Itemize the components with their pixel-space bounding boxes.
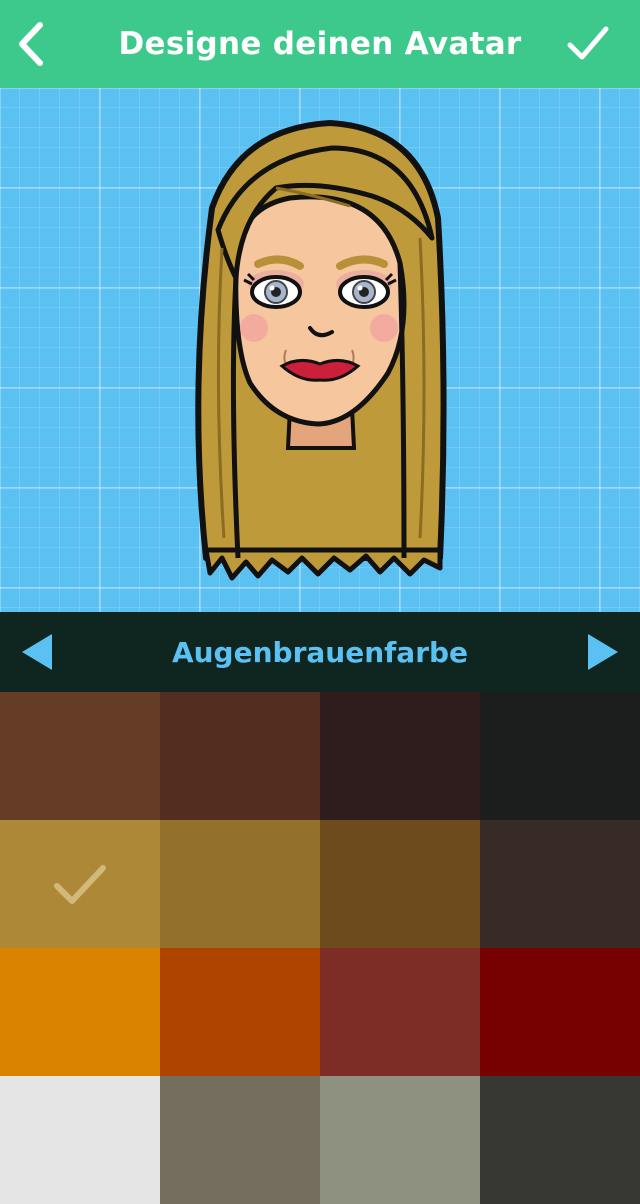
color-swatch[interactable] bbox=[160, 948, 320, 1076]
category-label: Augenbrauenfarbe bbox=[171, 635, 469, 669]
eyebrow-color-palette bbox=[0, 692, 640, 1204]
back-button[interactable] bbox=[0, 12, 64, 76]
top-bar: Designe deinen Avatar bbox=[0, 0, 640, 88]
avatar-illustration bbox=[195, 120, 447, 581]
color-swatch[interactable] bbox=[160, 692, 320, 820]
color-swatch[interactable] bbox=[0, 1076, 160, 1204]
color-swatch[interactable] bbox=[320, 1076, 480, 1204]
chevron-left-icon bbox=[19, 22, 43, 66]
avatar-preview-canvas bbox=[0, 88, 640, 612]
color-swatch[interactable] bbox=[480, 692, 640, 820]
page-title: Designe deinen Avatar bbox=[118, 26, 522, 62]
triangle-left-icon[interactable] bbox=[18, 632, 58, 672]
color-swatch[interactable] bbox=[0, 948, 160, 1076]
category-selector: Augenbrauenfarbe bbox=[0, 612, 640, 692]
color-swatch-selected[interactable] bbox=[0, 820, 160, 948]
color-swatch[interactable] bbox=[160, 1076, 320, 1204]
avatar-face bbox=[233, 194, 407, 427]
color-swatch[interactable] bbox=[320, 948, 480, 1076]
checkmark-icon bbox=[567, 26, 609, 60]
color-swatch[interactable] bbox=[320, 692, 480, 820]
color-swatch[interactable] bbox=[160, 820, 320, 948]
color-swatch[interactable] bbox=[0, 692, 160, 820]
triangle-right-icon[interactable] bbox=[582, 632, 622, 672]
color-swatch[interactable] bbox=[480, 948, 640, 1076]
color-swatch[interactable] bbox=[320, 820, 480, 948]
done-button[interactable] bbox=[558, 12, 618, 76]
color-swatch[interactable] bbox=[480, 1076, 640, 1204]
checkmark-icon bbox=[54, 865, 106, 904]
color-swatch[interactable] bbox=[480, 820, 640, 948]
